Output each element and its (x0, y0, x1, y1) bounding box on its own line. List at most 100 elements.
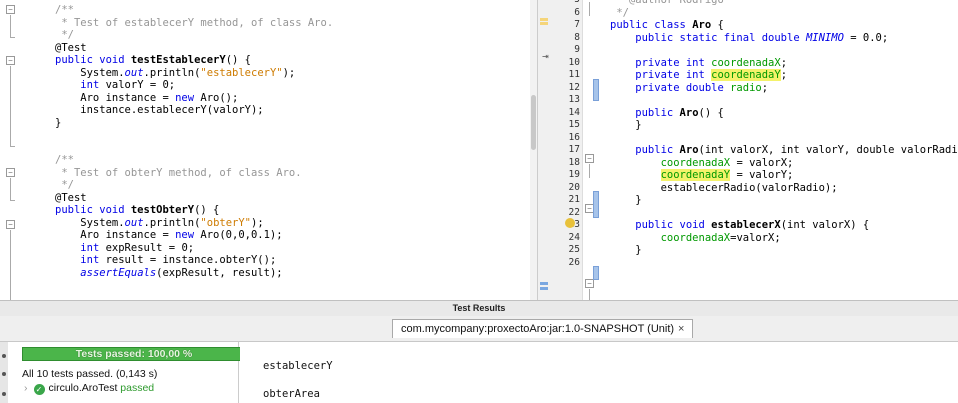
left-editor-pane[interactable]: − − − − /** * Test of establecerY method… (0, 0, 537, 300)
code-line[interactable] (610, 207, 958, 220)
fold-guide (589, 164, 590, 178)
code-line[interactable]: Aro instance = new Aro(); (55, 92, 333, 105)
fold-guide-end (10, 146, 15, 147)
code-line[interactable] (610, 44, 958, 57)
overview-marker[interactable] (540, 287, 548, 290)
overview-marker[interactable] (540, 282, 548, 285)
code-line[interactable]: } (610, 119, 958, 132)
code-line[interactable]: establecerRadio(valorRadio); (610, 182, 958, 195)
right-editor-pane[interactable]: 567891011121314151617181920212223242526 … (560, 0, 958, 300)
line-number: 26 (568, 256, 580, 268)
code-line[interactable] (55, 142, 333, 155)
test-output-panel[interactable]: establecerY obterArea (240, 342, 958, 403)
code-line[interactable] (55, 129, 333, 142)
tests-progress-bar: Tests passed: 100,00 % (22, 347, 246, 361)
line-number: 12 (568, 81, 580, 93)
fold-toggle-icon[interactable]: − (6, 56, 15, 65)
line-number: 20 (568, 181, 580, 193)
fold-toggle-icon[interactable]: − (6, 168, 15, 177)
line-number: 17 (568, 144, 580, 155)
overview-marker[interactable] (540, 22, 548, 25)
code-line[interactable]: /** (55, 4, 333, 17)
fold-guide-end (10, 37, 15, 38)
code-line[interactable]: * Test of establecerY method, of class A… (55, 17, 333, 30)
code-line[interactable]: public void testEstablecerY() { (55, 54, 333, 67)
left-code-text[interactable]: /** * Test of establecerY method, of cla… (55, 4, 333, 279)
code-line[interactable]: coordenadaX = valorX; (610, 157, 958, 170)
fold-toggle-icon[interactable]: − (585, 279, 594, 288)
code-line[interactable]: /** (55, 154, 333, 167)
code-line[interactable]: * Test of obterY method, of class Aro. (55, 167, 333, 180)
code-line[interactable]: private int coordenadaX; (610, 57, 958, 70)
change-marker (593, 79, 599, 101)
editor-area: − − − − /** * Test of establecerY method… (0, 0, 958, 300)
code-line[interactable]: @Test (55, 192, 333, 205)
fold-toggle-icon[interactable]: − (585, 154, 594, 163)
filter-icon[interactable] (2, 372, 6, 376)
line-number: 10 (568, 56, 580, 68)
code-line[interactable] (610, 132, 958, 145)
code-line[interactable]: coordenadaX=valorX; (610, 232, 958, 245)
code-line[interactable]: */ (55, 29, 333, 42)
editor-split-divider[interactable] (537, 0, 561, 300)
code-line[interactable]: int expResult = 0; (55, 242, 333, 255)
left-scrollbar-track[interactable] (530, 0, 537, 300)
code-line[interactable]: } (55, 117, 333, 130)
line-number: 19 (568, 169, 580, 180)
fold-toggle-icon[interactable]: − (6, 220, 15, 229)
code-line[interactable]: */ (55, 179, 333, 192)
line-number: 21 (568, 194, 580, 205)
code-line[interactable] (610, 257, 958, 270)
test-status: passed (120, 382, 155, 394)
code-line[interactable] (610, 94, 958, 107)
right-code-text[interactable]: * @author Rodrigo */public class Aro { p… (610, 0, 958, 269)
code-line[interactable]: public Aro() { (610, 107, 958, 120)
line-number: 15 (568, 119, 580, 130)
code-line[interactable]: */ (610, 7, 958, 20)
fold-guide (10, 178, 11, 200)
change-marker (593, 191, 599, 218)
rerun-icon[interactable] (2, 354, 6, 358)
left-scrollbar-thumb[interactable] (531, 95, 536, 150)
code-line[interactable]: coordenadaY = valorY; (610, 169, 958, 182)
code-line[interactable]: @Test (55, 42, 333, 55)
test-results-title: Test Results (0, 300, 958, 317)
line-number: 25 (568, 244, 580, 255)
overview-marker[interactable] (540, 18, 548, 21)
test-summary-panel: Tests passed: 100,00 % All 10 tests pass… (12, 342, 246, 403)
line-number: 6 (574, 6, 580, 18)
code-line[interactable]: public Aro(int valorX, int valorY, doubl… (610, 144, 958, 157)
code-line[interactable]: int valorY = 0; (55, 79, 333, 92)
warning-icon[interactable] (565, 218, 575, 228)
line-number: 13 (568, 94, 580, 105)
code-line[interactable]: } (610, 244, 958, 257)
stop-icon[interactable] (2, 392, 6, 396)
code-line[interactable]: System.out.println("establecerY"); (55, 67, 333, 80)
code-line[interactable]: private double radio; (610, 82, 958, 95)
fold-guide (10, 15, 11, 37)
code-line[interactable]: } (610, 194, 958, 207)
code-line[interactable]: int result = instance.obterY(); (55, 254, 333, 267)
line-number: 8 (574, 31, 580, 43)
code-line[interactable]: public void establecerX(int valorX) { (610, 219, 958, 232)
code-line[interactable]: Aro instance = new Aro(0,0,0.1); (55, 229, 333, 242)
code-line[interactable]: public void testObterY() { (55, 204, 333, 217)
chevron-right-icon[interactable]: › (24, 382, 28, 394)
results-toolbar (0, 342, 8, 403)
fold-toggle-icon[interactable]: − (6, 5, 15, 14)
line-number: 14 (568, 106, 580, 118)
test-tree-item[interactable]: › ✓ circulo.AroTest passed (24, 382, 154, 395)
output-line: obterArea (263, 388, 320, 400)
code-line[interactable]: instance.establecerY(valorY); (55, 104, 333, 117)
close-icon[interactable]: × (678, 323, 684, 335)
code-line[interactable]: public class Aro { (610, 19, 958, 32)
code-line[interactable]: assertEquals(expResult, result); (55, 267, 333, 280)
test-class-name: circulo.AroTest (48, 382, 118, 394)
fold-guide (589, 2, 590, 16)
code-line[interactable]: private int coordenadaY; (610, 69, 958, 82)
code-line[interactable]: public static final double MINIMO = 0.0; (610, 32, 958, 45)
code-line[interactable]: System.out.println("obterY"); (55, 217, 333, 230)
tab-unit-results[interactable]: com.mycompany:proxectoAro:jar:1.0-SNAPSH… (392, 319, 694, 338)
tab-label: com.mycompany:proxectoAro:jar:1.0-SNAPSH… (401, 323, 675, 335)
line-number: 24 (568, 231, 580, 243)
